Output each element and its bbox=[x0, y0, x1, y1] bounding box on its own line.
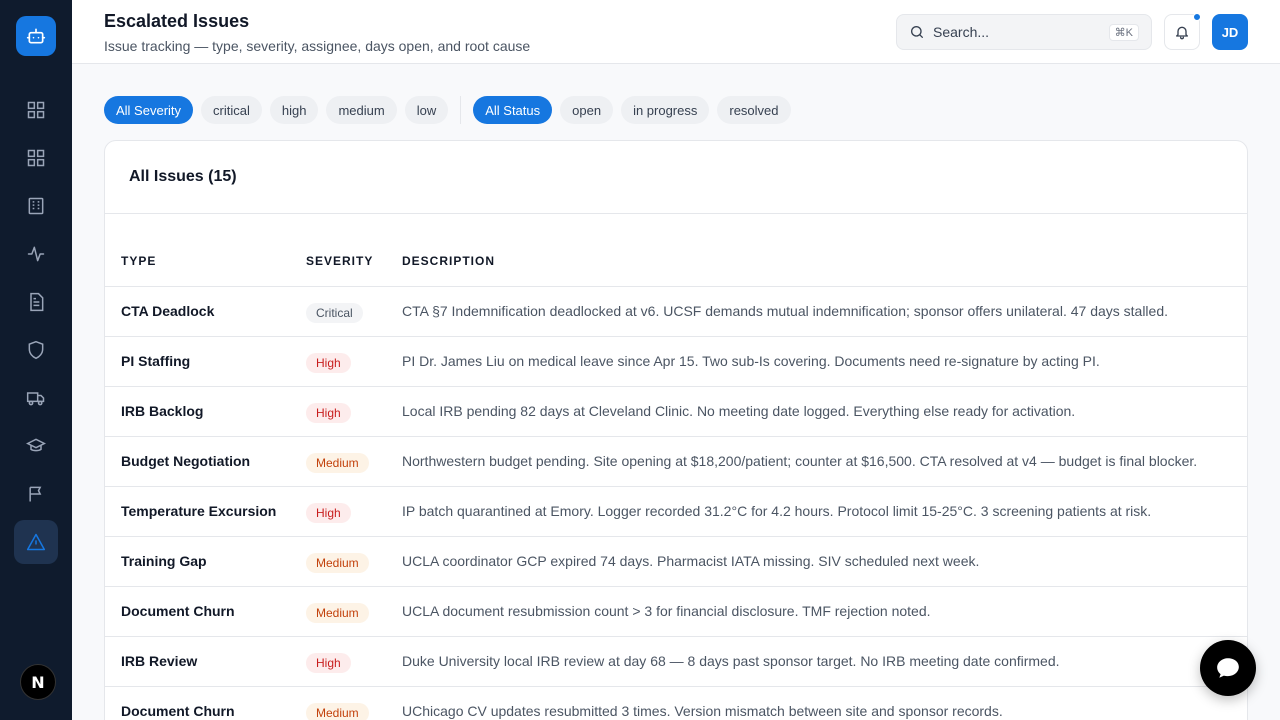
table-row[interactable]: Document Churn Medium UCLA document resu… bbox=[105, 587, 1247, 637]
issue-description: UChicago CV updates resubmitted 3 times.… bbox=[402, 703, 1003, 719]
robot-icon bbox=[26, 28, 46, 44]
issue-description: Duke University local IRB review at day … bbox=[402, 653, 1060, 669]
severity-badge: High bbox=[306, 403, 351, 423]
sidebar-item-overview[interactable] bbox=[14, 136, 58, 180]
severity-badge: Medium bbox=[306, 703, 369, 720]
table-row[interactable]: Temperature Excursion High IP batch quar… bbox=[105, 487, 1247, 537]
column-header-type[interactable]: TYPE bbox=[121, 254, 156, 268]
page-subtitle: Issue tracking — type, severity, assigne… bbox=[104, 38, 531, 54]
table-row[interactable]: IRB Backlog High Local IRB pending 82 da… bbox=[105, 387, 1247, 437]
notifications-button[interactable] bbox=[1164, 13, 1201, 50]
issue-description: Northwestern budget pending. Site openin… bbox=[402, 453, 1198, 469]
sidebar-item-dashboard[interactable] bbox=[14, 88, 58, 132]
truck-icon bbox=[26, 392, 45, 406]
chat-button[interactable] bbox=[1200, 640, 1256, 696]
shield-icon bbox=[28, 340, 44, 360]
table-header: TYPE SEVERITY DESCRIPTION bbox=[105, 237, 1247, 287]
issue-type: PI Staffing bbox=[121, 353, 191, 369]
sidebar-item-training[interactable] bbox=[14, 424, 58, 468]
filter-bar: All Severity critical high medium low Al… bbox=[104, 96, 799, 124]
sidebar-item-escalated-issues[interactable] bbox=[14, 520, 58, 564]
issue-type: CTA Deadlock bbox=[121, 303, 215, 319]
search-placeholder: Search... bbox=[933, 24, 990, 40]
document-icon bbox=[30, 292, 44, 312]
filter-severity-medium[interactable]: medium bbox=[326, 96, 397, 124]
issue-description: Local IRB pending 82 days at Cleveland C… bbox=[402, 403, 1076, 419]
sidebar-item-milestones[interactable] bbox=[14, 472, 58, 516]
sidebar-item-sites[interactable] bbox=[14, 184, 58, 228]
flag-icon bbox=[29, 486, 42, 502]
filter-severity-all[interactable]: All Severity bbox=[104, 96, 194, 124]
sidebar-item-shipments[interactable] bbox=[14, 376, 58, 420]
search-icon bbox=[911, 26, 923, 38]
filter-status-open[interactable]: open bbox=[560, 96, 614, 124]
filter-status-all[interactable]: All Status bbox=[473, 96, 553, 124]
severity-badge: High bbox=[306, 353, 351, 373]
issue-type: Budget Negotiation bbox=[121, 453, 251, 469]
filter-status-in-progress[interactable]: in progress bbox=[621, 96, 710, 124]
sidebar: N bbox=[0, 0, 72, 720]
page-title: Escalated Issues bbox=[104, 11, 250, 31]
workspace-avatar[interactable]: N bbox=[20, 664, 56, 700]
issue-type: Training Gap bbox=[121, 553, 207, 569]
issue-description: UCLA coordinator GCP expired 74 days. Ph… bbox=[402, 553, 980, 569]
grid-icon bbox=[27, 149, 45, 167]
severity-badge: Medium bbox=[306, 553, 369, 573]
column-header-description[interactable]: DESCRIPTION bbox=[402, 254, 495, 268]
table-row[interactable]: PI Staffing High PI Dr. James Liu on med… bbox=[105, 337, 1247, 387]
alert-triangle-icon bbox=[26, 533, 46, 551]
table-row[interactable]: Budget Negotiation Medium Northwestern b… bbox=[105, 437, 1247, 487]
column-header-severity[interactable]: SEVERITY bbox=[306, 254, 373, 268]
filter-severity-high[interactable]: high bbox=[269, 96, 319, 124]
activity-icon bbox=[27, 246, 45, 262]
table-body: CTA Deadlock Critical CTA §7 Indemnifica… bbox=[105, 287, 1247, 720]
filter-divider bbox=[460, 96, 462, 124]
header: Escalated Issues Issue tracking — type, … bbox=[72, 0, 1280, 64]
issues-card: All Issues (15) TYPE SEVERITY DESCRIPTIO… bbox=[104, 140, 1248, 720]
avatar[interactable]: JD bbox=[1212, 14, 1248, 50]
severity-badge: Medium bbox=[306, 603, 369, 623]
issue-type: IRB Review bbox=[121, 653, 198, 669]
filter-severity-low[interactable]: low bbox=[404, 96, 449, 124]
issue-type: Document Churn bbox=[121, 703, 235, 719]
card-divider bbox=[105, 213, 1247, 214]
issue-type: Document Churn bbox=[121, 603, 235, 619]
table-row[interactable]: Document Churn Medium UChicago CV update… bbox=[105, 687, 1247, 720]
building-icon bbox=[28, 197, 44, 215]
app-logo[interactable] bbox=[16, 16, 56, 56]
notification-dot bbox=[1193, 13, 1201, 21]
sidebar-item-documents[interactable] bbox=[14, 280, 58, 324]
table-row[interactable]: CTA Deadlock Critical CTA §7 Indemnifica… bbox=[105, 287, 1247, 337]
issue-description: UCLA document resubmission count > 3 for… bbox=[402, 603, 931, 619]
table-row[interactable]: Training Gap Medium UCLA coordinator GCP… bbox=[105, 537, 1247, 587]
card-title: All Issues (15) bbox=[129, 168, 237, 185]
search-input[interactable]: Search... ⌘K bbox=[896, 14, 1152, 50]
filter-status-resolved[interactable]: resolved bbox=[717, 96, 791, 124]
severity-badge: High bbox=[306, 653, 351, 673]
sidebar-item-compliance[interactable] bbox=[14, 328, 58, 372]
issue-type: IRB Backlog bbox=[121, 403, 204, 419]
severity-badge: Critical bbox=[306, 303, 363, 323]
workspace-initial: N bbox=[31, 672, 45, 692]
grid-icon bbox=[27, 101, 45, 119]
filter-severity-critical[interactable]: critical bbox=[201, 96, 262, 124]
search-shortcut: ⌘K bbox=[1108, 23, 1139, 41]
table-row[interactable]: IRB Review High Duke University local IR… bbox=[105, 637, 1247, 687]
issue-description: PI Dr. James Liu on medical leave since … bbox=[402, 353, 1100, 369]
bell-icon bbox=[1176, 26, 1188, 40]
issue-description: CTA §7 Indemnification deadlocked at v6.… bbox=[402, 303, 1169, 319]
chat-bubble-icon bbox=[1217, 658, 1239, 678]
severity-badge: High bbox=[306, 503, 351, 523]
sidebar-item-activity[interactable] bbox=[14, 232, 58, 276]
issue-type: Temperature Excursion bbox=[121, 503, 277, 519]
issue-description: IP batch quarantined at Emory. Logger re… bbox=[402, 503, 1152, 519]
graduation-cap-icon bbox=[26, 438, 46, 452]
severity-badge: Medium bbox=[306, 453, 369, 473]
